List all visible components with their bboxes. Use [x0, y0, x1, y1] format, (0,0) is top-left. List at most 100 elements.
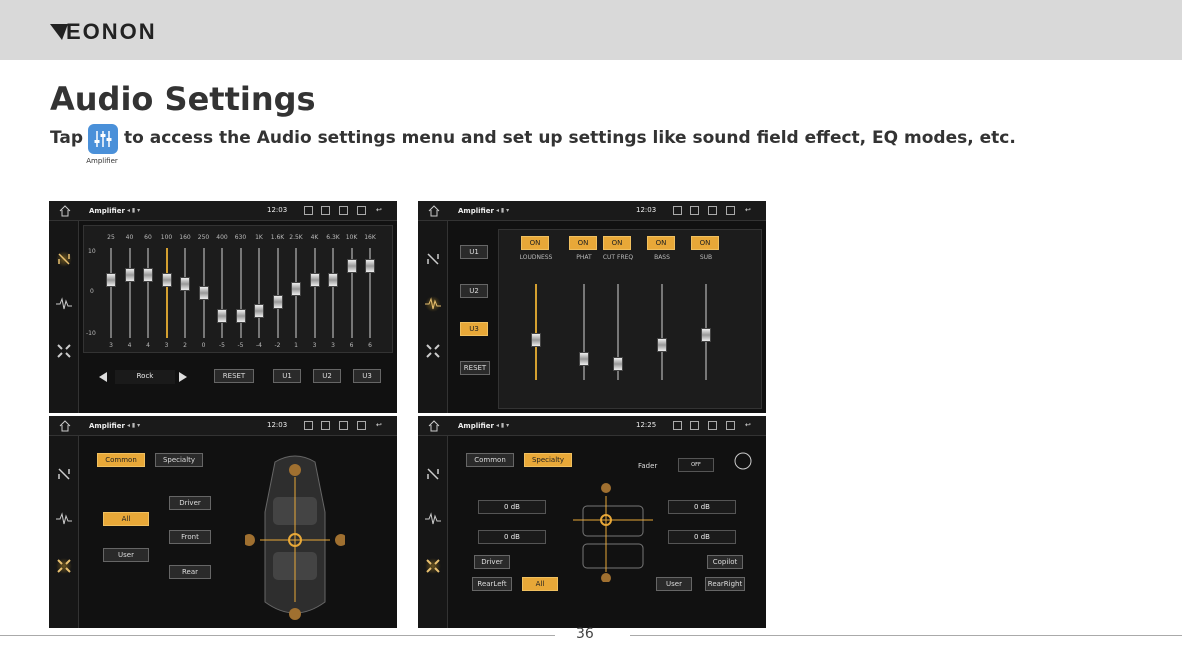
copilot-db-value[interactable]: 0 dB	[668, 500, 736, 514]
driver-button[interactable]: Driver	[474, 555, 510, 569]
all-button[interactable]: All	[103, 512, 149, 526]
on-button[interactable]: ON	[603, 236, 631, 250]
all-button[interactable]: All	[522, 577, 558, 591]
loudness-slider-knob[interactable]	[701, 328, 711, 342]
fader-toggle[interactable]: OFF	[678, 458, 714, 472]
eq-tab-icon[interactable]	[425, 251, 441, 267]
volume-icon[interactable]	[321, 421, 330, 430]
home-icon[interactable]	[59, 420, 71, 432]
car-diagram[interactable]	[245, 452, 345, 626]
camera-icon[interactable]	[673, 206, 682, 215]
next-preset-icon[interactable]	[177, 371, 189, 383]
user-button[interactable]: User	[103, 548, 149, 562]
on-button[interactable]: ON	[521, 236, 549, 250]
eq-u2-button[interactable]: U2	[313, 369, 341, 383]
field-tab-icon[interactable]	[56, 343, 72, 359]
loudness-slider-knob[interactable]	[579, 352, 589, 366]
volume-icon[interactable]	[690, 421, 699, 430]
home-icon[interactable]	[428, 205, 440, 217]
window-icon[interactable]	[726, 206, 735, 215]
waveform-tab-icon[interactable]	[56, 511, 72, 527]
loud-u1-button[interactable]: U1	[460, 245, 488, 259]
eq-slider-track	[313, 248, 316, 338]
driver-db-value[interactable]: 0 dB	[478, 500, 546, 514]
eq-slider-knob[interactable]	[328, 272, 338, 287]
user-button[interactable]: User	[656, 577, 692, 591]
camera-icon[interactable]	[673, 421, 682, 430]
eq-tab-icon[interactable]	[425, 466, 441, 482]
volume-icon[interactable]	[690, 206, 699, 215]
back-icon[interactable]: ↩	[376, 206, 385, 215]
window-icon[interactable]	[357, 206, 366, 215]
close-window-icon[interactable]	[708, 206, 717, 215]
eq-slider-knob[interactable]	[272, 295, 283, 309]
window-icon[interactable]	[726, 421, 735, 430]
eq-slider-knob[interactable]	[124, 268, 135, 282]
rearleft-db-value[interactable]: 0 dB	[478, 530, 546, 544]
loud-reset-button[interactable]: RESET	[460, 361, 490, 375]
eq-tab-icon[interactable]	[56, 466, 72, 482]
eq-slider-knob[interactable]	[161, 272, 172, 287]
specialty-tab[interactable]: Specialty	[524, 453, 572, 467]
waveform-tab-icon[interactable]	[425, 511, 441, 527]
rearleft-button[interactable]: RearLeft	[472, 577, 512, 591]
rearright-db-value[interactable]: 0 dB	[668, 530, 736, 544]
eq-slider-knob[interactable]	[217, 308, 227, 323]
on-button[interactable]: ON	[691, 236, 719, 250]
field-tab-icon[interactable]	[425, 343, 441, 359]
window-icon[interactable]	[357, 421, 366, 430]
eq-tab-icon[interactable]	[56, 251, 72, 267]
eq-slider-knob[interactable]	[143, 268, 153, 282]
rearright-button[interactable]: RearRight	[705, 577, 745, 591]
on-button[interactable]: ON	[569, 236, 597, 250]
waveform-tab-icon[interactable]	[425, 296, 441, 312]
on-button[interactable]: ON	[647, 236, 675, 250]
eq-freq-label: 2.5K	[289, 234, 303, 241]
loudness-slider-knob[interactable]	[657, 337, 667, 352]
eq-slider-knob[interactable]	[180, 277, 190, 291]
eq-slider-knob[interactable]	[198, 286, 209, 300]
back-icon[interactable]: ↩	[745, 206, 754, 215]
eq-slider-knob[interactable]	[291, 281, 301, 296]
amplifier-app-icon[interactable]	[88, 124, 118, 154]
eq-slider-knob[interactable]	[309, 272, 320, 287]
eq-slider-knob[interactable]	[254, 304, 264, 318]
field-tab-icon[interactable]	[425, 558, 441, 574]
volume-icon[interactable]	[321, 206, 330, 215]
close-window-icon[interactable]	[339, 421, 348, 430]
camera-icon[interactable]	[304, 421, 313, 430]
eq-reset-button[interactable]: RESET	[214, 369, 254, 383]
driver-button[interactable]: Driver	[169, 496, 211, 510]
rear-button[interactable]: Rear	[169, 565, 211, 579]
eq-freq-label: 1.6K	[270, 234, 285, 241]
eq-u3-button[interactable]: U3	[353, 369, 381, 383]
copilot-button[interactable]: Copilot	[707, 555, 743, 569]
loudness-slider-knob[interactable]	[613, 356, 623, 371]
close-window-icon[interactable]	[339, 206, 348, 215]
car-settings-icon[interactable]	[734, 452, 752, 470]
eq-slider-knob[interactable]	[235, 308, 246, 323]
common-tab[interactable]: Common	[97, 453, 145, 467]
back-icon[interactable]: ↩	[745, 421, 754, 430]
front-button[interactable]: Front	[169, 530, 211, 544]
status-bar: Amplifier ◂ ▮ ▾ 12:03 ↩	[418, 201, 766, 221]
loudness-slider-knob[interactable]	[531, 332, 541, 347]
waveform-tab-icon[interactable]	[56, 296, 72, 312]
subtitle-prefix: Tap	[50, 128, 84, 148]
loud-u2-button[interactable]: U2	[460, 284, 488, 298]
prev-preset-icon[interactable]	[97, 371, 109, 383]
close-window-icon[interactable]	[708, 421, 717, 430]
field-tab-icon[interactable]	[56, 558, 72, 574]
camera-icon[interactable]	[304, 206, 313, 215]
common-tab[interactable]: Common	[466, 453, 514, 467]
seat-diagram[interactable]	[568, 482, 658, 582]
eq-slider-knob[interactable]	[365, 259, 375, 273]
loud-u3-button[interactable]: U3	[460, 322, 488, 336]
eq-u1-button[interactable]: U1	[273, 369, 301, 383]
eq-slider-knob[interactable]	[346, 259, 357, 273]
home-icon[interactable]	[59, 205, 71, 217]
back-icon[interactable]: ↩	[376, 421, 385, 430]
specialty-tab[interactable]: Specialty	[155, 453, 203, 467]
home-icon[interactable]	[428, 420, 440, 432]
eq-slider-knob[interactable]	[106, 272, 116, 287]
